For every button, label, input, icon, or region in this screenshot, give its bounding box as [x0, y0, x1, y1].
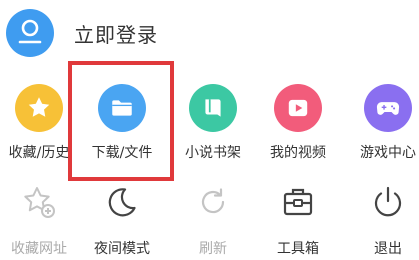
bookmark-url-button[interactable]: 收藏网址 — [0, 172, 81, 260]
gamepad-icon — [364, 84, 412, 132]
toolbox-icon — [274, 178, 322, 226]
login-header[interactable]: 立即登录 — [6, 6, 158, 60]
toolbox-label: 工具箱 — [277, 241, 319, 257]
star-icon — [15, 84, 63, 132]
bookmark-url-label: 收藏网址 — [11, 241, 67, 257]
tools-row: 收藏网址 夜间模式 刷新 工具箱 退出 — [0, 172, 419, 260]
exit-label: 退出 — [374, 241, 402, 257]
user-avatar-icon[interactable] — [6, 9, 54, 57]
moon-icon — [98, 178, 146, 226]
refresh-button[interactable]: 刷新 — [171, 172, 255, 260]
book-icon — [189, 84, 237, 132]
my-videos-button[interactable]: 我的视频 — [256, 76, 340, 166]
toolbox-button[interactable]: 工具箱 — [256, 172, 340, 260]
game-center-label: 游戏中心 — [360, 145, 416, 161]
night-mode-button[interactable]: 夜间模式 — [80, 172, 164, 260]
exit-button[interactable]: 退出 — [346, 172, 419, 260]
login-label[interactable]: 立即登录 — [74, 19, 158, 48]
my-videos-label: 我的视频 — [270, 145, 326, 161]
feature-row: 收藏/历史 下载/文件 小说书架 我的视频 游戏中心 — [0, 76, 419, 166]
star-plus-icon — [15, 178, 63, 226]
play-icon — [274, 84, 322, 132]
highlight-annotation-box — [68, 61, 174, 181]
refresh-icon — [189, 178, 237, 226]
game-center-button[interactable]: 游戏中心 — [346, 76, 419, 166]
novel-bookshelf-button[interactable]: 小说书架 — [171, 76, 255, 166]
menu-panel: 立即登录 收藏/历史 下载/文件 小说书架 我的视频 游戏中心 收藏网址 夜间模… — [0, 0, 419, 260]
refresh-label: 刷新 — [199, 241, 227, 257]
power-icon — [364, 178, 412, 226]
night-mode-label: 夜间模式 — [94, 241, 150, 257]
novel-bookshelf-label: 小说书架 — [185, 145, 241, 161]
